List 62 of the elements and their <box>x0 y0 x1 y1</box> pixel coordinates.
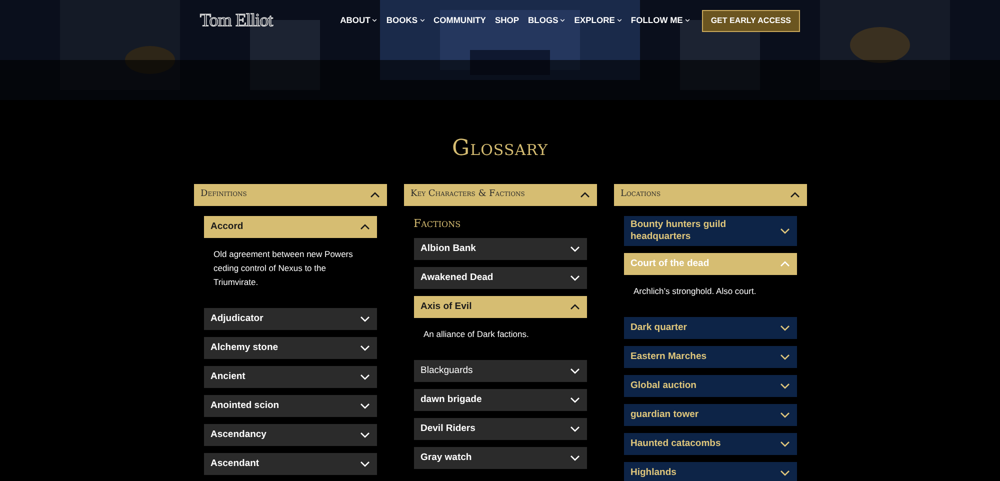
section-header[interactable]: Definitions <box>194 184 386 206</box>
accordion-item[interactable]: Accord <box>204 216 376 238</box>
accordion-item[interactable]: Eastern Marches <box>624 346 796 368</box>
accordion-item[interactable]: Anointed scion <box>204 395 376 417</box>
item-description: Archlich’s stronghold. Also court. <box>632 285 758 298</box>
nav-link[interactable]: SHOP <box>494 14 520 27</box>
chevron-down-icon <box>780 228 790 234</box>
chevron-up-icon <box>790 192 800 198</box>
accordion-item[interactable]: Dark quarter <box>624 317 796 339</box>
chevron-up-icon <box>780 261 790 267</box>
accordion-item[interactable]: Ascendancy <box>204 424 376 446</box>
chevron-down-icon <box>360 316 370 322</box>
chevron-down-icon <box>360 374 370 380</box>
accordion-item[interactable]: Ascendant <box>204 453 376 475</box>
chevron-down-icon <box>570 246 580 252</box>
chevron-up-icon <box>580 192 590 198</box>
chevron-down-icon <box>570 396 580 402</box>
chevron-up-icon <box>570 304 580 310</box>
nav-link[interactable]: BOOKS <box>386 14 425 27</box>
chevron-down-icon <box>570 454 580 460</box>
item-description: An alliance of Dark factions. <box>422 328 530 340</box>
chevron-down-icon <box>570 426 580 432</box>
accordion-item[interactable]: Albion Bank <box>414 238 586 260</box>
early-access-button[interactable]: GET EARLY ACCESS <box>702 10 800 32</box>
accordion-item[interactable]: Bounty hunters guild headquarters <box>624 216 796 246</box>
nav-link[interactable]: FOLLOW ME <box>630 14 690 27</box>
accordion-item[interactable]: Alchemy stone <box>204 337 376 359</box>
chevron-down-icon <box>360 461 370 467</box>
accordion-item[interactable]: guardian tower <box>624 404 796 426</box>
accordion-item[interactable]: Haunted catacombs <box>624 433 796 455</box>
nav-link[interactable]: BLOGS <box>528 14 566 27</box>
chevron-down-icon <box>570 368 580 374</box>
chevron-down-icon <box>360 432 370 438</box>
nav-link[interactable]: ABOUT <box>340 14 378 27</box>
chevron-down-icon <box>360 403 370 409</box>
page-title: Glossary <box>450 135 550 163</box>
accordion-item[interactable]: Awakened Dead <box>414 266 586 288</box>
accordion-item[interactable]: dawn brigade <box>414 388 586 410</box>
chevron-down-icon <box>780 354 790 360</box>
chevron-down-icon <box>780 441 790 447</box>
nav-link[interactable]: COMMUNITY <box>434 14 486 27</box>
accordion-item[interactable]: Devil Riders <box>414 418 586 440</box>
chevron-up-icon <box>370 192 380 198</box>
chevron-down-icon <box>780 383 790 389</box>
chevron-down-icon <box>360 345 370 351</box>
accordion-item[interactable]: Blackguards <box>414 360 586 382</box>
item-description: Old agreement between new Powers ceding control of Nexus to the Triumvirate. <box>212 248 354 289</box>
accordion-item[interactable]: Global auction <box>624 375 796 397</box>
nav-link[interactable]: EXPLORE <box>574 14 622 27</box>
section-header[interactable]: Key Characters & Factions <box>404 184 596 206</box>
accordion-item[interactable]: Adjudicator <box>204 308 376 330</box>
subheading: Factions <box>414 216 462 232</box>
accordion-item[interactable]: Gray watch <box>414 446 586 468</box>
chevron-down-icon <box>570 274 580 280</box>
accordion-item[interactable]: Highlands <box>624 462 796 481</box>
chevron-down-icon <box>780 470 790 476</box>
chevron-down-icon <box>780 325 790 331</box>
accordion-item[interactable]: Axis of Evil <box>414 296 586 318</box>
chevron-up-icon <box>360 224 370 230</box>
chevron-down-icon <box>780 412 790 418</box>
accordion-item[interactable]: Ancient <box>204 366 376 388</box>
section-header[interactable]: Locations <box>614 184 806 206</box>
